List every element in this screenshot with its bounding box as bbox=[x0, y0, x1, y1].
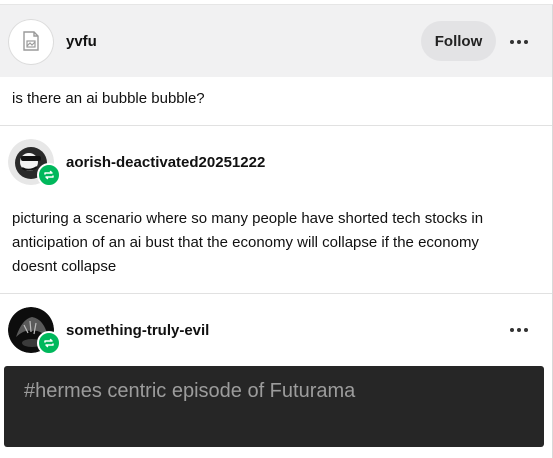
reblog-body-line: anticipation of an ai bust that the econ… bbox=[12, 234, 479, 251]
ellipsis-icon[interactable] bbox=[507, 30, 531, 54]
post-card: yvfu Follow is there an ai bubble bubble… bbox=[0, 4, 553, 458]
reblog-username[interactable]: aorish-deactivated20251222 bbox=[66, 154, 265, 171]
tag-link[interactable]: #hermes centric episode of Futurama bbox=[24, 380, 355, 403]
post-header: yvfu Follow bbox=[0, 5, 552, 77]
reblog-username[interactable]: something-truly-evil bbox=[66, 322, 209, 339]
post-body: is there an ai bubble bubble? bbox=[12, 90, 205, 107]
divider bbox=[0, 125, 552, 126]
tags-box: #hermes centric episode of Futurama bbox=[4, 366, 544, 447]
image-placeholder-icon bbox=[23, 31, 39, 51]
header-username[interactable]: yvfu bbox=[66, 33, 97, 50]
reblog-icon bbox=[37, 331, 61, 355]
header-avatar[interactable] bbox=[8, 19, 54, 65]
ellipsis-icon[interactable] bbox=[507, 318, 531, 342]
divider bbox=[0, 293, 552, 294]
follow-button[interactable]: Follow bbox=[421, 21, 496, 61]
reblog-body-line: picturing a scenario where so many peopl… bbox=[12, 210, 484, 227]
reblog-body-line: doesnt collapse bbox=[12, 258, 117, 275]
reblog-icon bbox=[37, 163, 61, 187]
